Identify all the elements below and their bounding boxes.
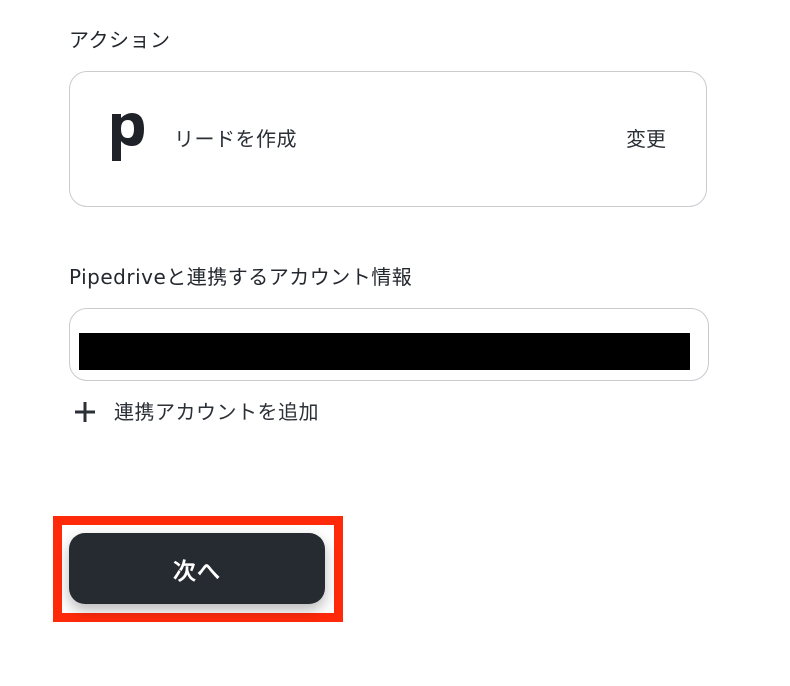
next-button[interactable]: 次へ: [69, 533, 325, 604]
change-action-link[interactable]: 変更: [626, 124, 666, 154]
account-select[interactable]: [69, 308, 709, 381]
redacted-account-value: [79, 333, 690, 370]
account-section-label: Pipedriveと連携するアカウント情報: [69, 265, 413, 289]
add-account-label: 連携アカウントを追加: [114, 400, 319, 424]
action-name: リードを作成: [174, 127, 297, 151]
action-section-label: アクション: [69, 28, 171, 52]
plus-icon: [75, 402, 95, 422]
pipedrive-logo-icon: [112, 113, 144, 161]
add-account-link[interactable]: 連携アカウントを追加: [74, 396, 319, 428]
action-card[interactable]: リードを作成 変更: [69, 71, 707, 207]
